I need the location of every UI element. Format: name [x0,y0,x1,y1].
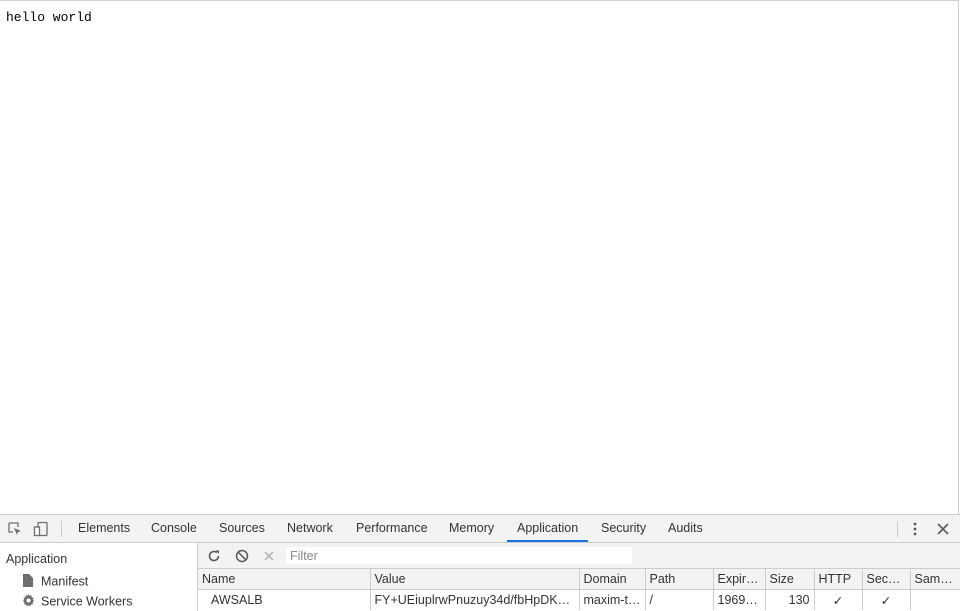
sidebar-item-label: Manifest [41,574,89,589]
column-header-name[interactable]: Name [198,569,371,590]
tab-performance[interactable]: Performance [346,515,438,542]
tab-application[interactable]: Application [507,515,589,542]
devtools-panel: Elements Console Sources Network Perform… [0,514,960,611]
sidebar-item-service-workers[interactable]: Service Workers [22,594,132,610]
cookie-http-cell: ✓ [814,589,863,610]
sidebar-item-manifest[interactable]: Manifest [22,574,88,590]
device-toolbar-icon[interactable] [32,520,50,538]
tab-network[interactable]: Network [277,515,343,542]
inspect-element-icon[interactable] [6,520,24,538]
toolbar-divider [897,521,898,537]
filter-input[interactable] [286,547,632,564]
devtools-toolbar: Elements Console Sources Network Perform… [0,515,960,543]
column-header-value[interactable]: Value [370,569,580,590]
tab-memory[interactable]: Memory [439,515,504,542]
column-header-samesite[interactable]: Sam… [910,569,960,590]
cookie-size-cell: 130 [765,589,815,610]
cookies-table: Name Value Domain Path Expir… Size HTTP … [198,569,960,610]
page-body-text: hello world [6,10,92,25]
tab-audits[interactable]: Audits [658,515,713,542]
sidebar-item-label: Service Workers [41,594,133,609]
cookies-panel: Name Value Domain Path Expir… Size HTTP … [198,543,960,611]
delete-selected-icon[interactable] [260,547,278,565]
table-row[interactable]: AWSALB FY+UEiuplrwPnuzuy34d/fbHpDKJ… max… [198,589,960,610]
cookies-toolbar [198,543,960,569]
column-header-size[interactable]: Size [765,569,815,590]
more-options-icon[interactable] [906,520,924,538]
toolbar-divider [61,521,62,537]
application-sidebar: Application Manifest Service Workers [0,543,198,611]
column-header-expires[interactable]: Expir… [713,569,766,590]
refresh-icon[interactable] [205,547,223,565]
clear-all-icon[interactable] [233,547,251,565]
table-header-row: Name Value Domain Path Expir… Size HTTP … [198,569,960,590]
close-icon[interactable] [934,520,952,538]
cookie-samesite-cell [910,589,960,610]
tab-security[interactable]: Security [591,515,656,542]
cookie-domain-cell: maxim-t… [579,589,646,610]
sidebar-heading: Application [6,552,68,566]
tab-console[interactable]: Console [141,515,207,542]
column-header-path[interactable]: Path [645,569,714,590]
tab-elements[interactable]: Elements [68,515,140,542]
tab-sources[interactable]: Sources [209,515,275,542]
gear-icon [22,594,36,610]
cookie-name-cell: AWSALB [198,589,371,610]
cookie-value-cell: FY+UEiuplrwPnuzuy34d/fbHpDKJ… [370,589,580,610]
column-header-http[interactable]: HTTP [814,569,863,590]
file-icon [22,574,36,590]
cookie-secure-cell: ✓ [862,589,911,610]
column-header-domain[interactable]: Domain [579,569,646,590]
inspected-page: hello world [0,0,959,514]
cookie-expires-cell: 1969… [713,589,766,610]
cookie-path-cell: / [645,589,714,610]
column-header-secure[interactable]: Secure [862,569,911,590]
